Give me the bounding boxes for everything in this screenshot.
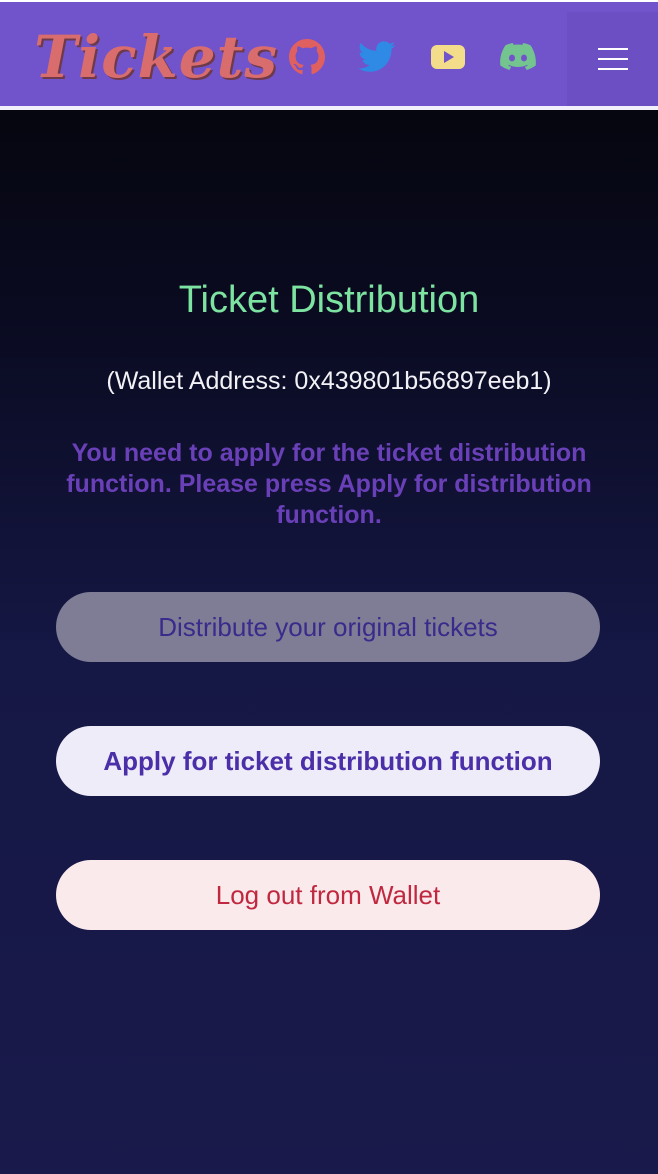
discord-icon[interactable] — [499, 38, 537, 76]
twitter-icon[interactable] — [358, 38, 396, 76]
logout-wallet-button[interactable]: Log out from Wallet — [56, 860, 600, 930]
apply-notice: You need to apply for the ticket distrib… — [66, 439, 592, 529]
github-icon[interactable] — [288, 38, 326, 76]
navbar-divider — [0, 106, 658, 110]
youtube-icon[interactable] — [429, 38, 467, 76]
hamburger-menu-icon[interactable] — [567, 12, 658, 106]
page-title: Ticket Distribution — [178, 279, 480, 321]
brand-logo[interactable]: Tickets — [34, 24, 278, 90]
menu-bar — [597, 58, 628, 60]
distribute-tickets-button[interactable]: Distribute your original tickets — [56, 592, 600, 662]
page: Tickets Ticket Distribution (Wallet Addr… — [0, 0, 658, 1174]
wallet-address: (Wallet Address: 0x439801b56897eeb1) — [106, 367, 552, 395]
apply-distribution-button[interactable]: Apply for ticket distribution function — [56, 726, 600, 796]
menu-bar — [597, 48, 628, 50]
menu-bar — [597, 68, 628, 70]
navbar: Tickets — [0, 2, 658, 106]
